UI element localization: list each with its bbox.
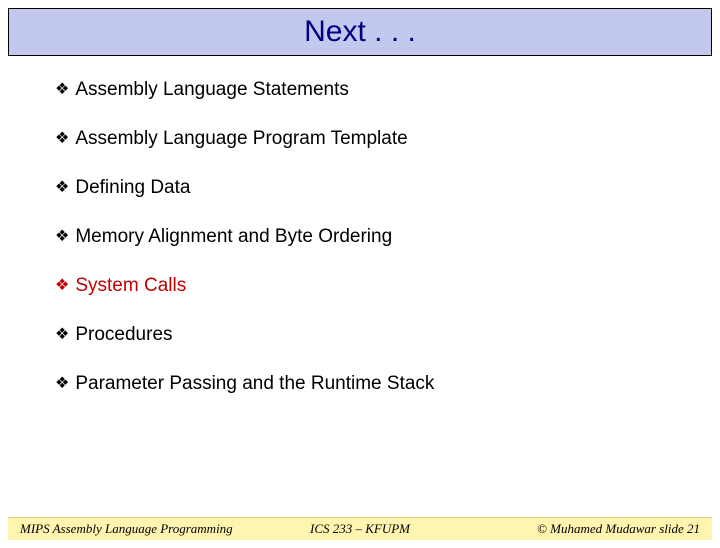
list-item-label: System Calls (75, 274, 186, 298)
content-list: ❖ Assembly Language Statements ❖ Assembl… (0, 56, 720, 396)
diamond-bullet-icon: ❖ (55, 323, 69, 347)
list-item: ❖ Assembly Language Statements (55, 78, 665, 102)
diamond-bullet-icon: ❖ (55, 176, 69, 200)
list-item: ❖ Memory Alignment and Byte Ordering (55, 225, 665, 249)
footer-left: MIPS Assembly Language Programming (20, 521, 247, 537)
footer-right: © Muhamed Mudawar slide 21 (473, 521, 700, 537)
footer-bar: MIPS Assembly Language Programming ICS 2… (8, 517, 712, 540)
list-item: ❖ Defining Data (55, 176, 665, 200)
diamond-bullet-icon: ❖ (55, 127, 69, 151)
page-title: Next . . . (304, 15, 416, 48)
title-bar: Next . . . (8, 8, 712, 56)
list-item-active: ❖ System Calls (55, 274, 665, 298)
list-item: ❖ Assembly Language Program Template (55, 127, 665, 151)
diamond-bullet-icon: ❖ (55, 372, 69, 396)
list-item: ❖ Parameter Passing and the Runtime Stac… (55, 372, 665, 396)
diamond-bullet-icon: ❖ (55, 274, 69, 298)
footer-center: ICS 233 – KFUPM (247, 521, 474, 537)
list-item-label: Procedures (75, 323, 172, 347)
diamond-bullet-icon: ❖ (55, 78, 69, 102)
list-item: ❖ Procedures (55, 323, 665, 347)
diamond-bullet-icon: ❖ (55, 225, 69, 249)
list-item-label: Parameter Passing and the Runtime Stack (75, 372, 434, 396)
list-item-label: Defining Data (75, 176, 190, 200)
list-item-label: Assembly Language Program Template (75, 127, 407, 151)
list-item-label: Assembly Language Statements (75, 78, 349, 102)
list-item-label: Memory Alignment and Byte Ordering (75, 225, 392, 249)
